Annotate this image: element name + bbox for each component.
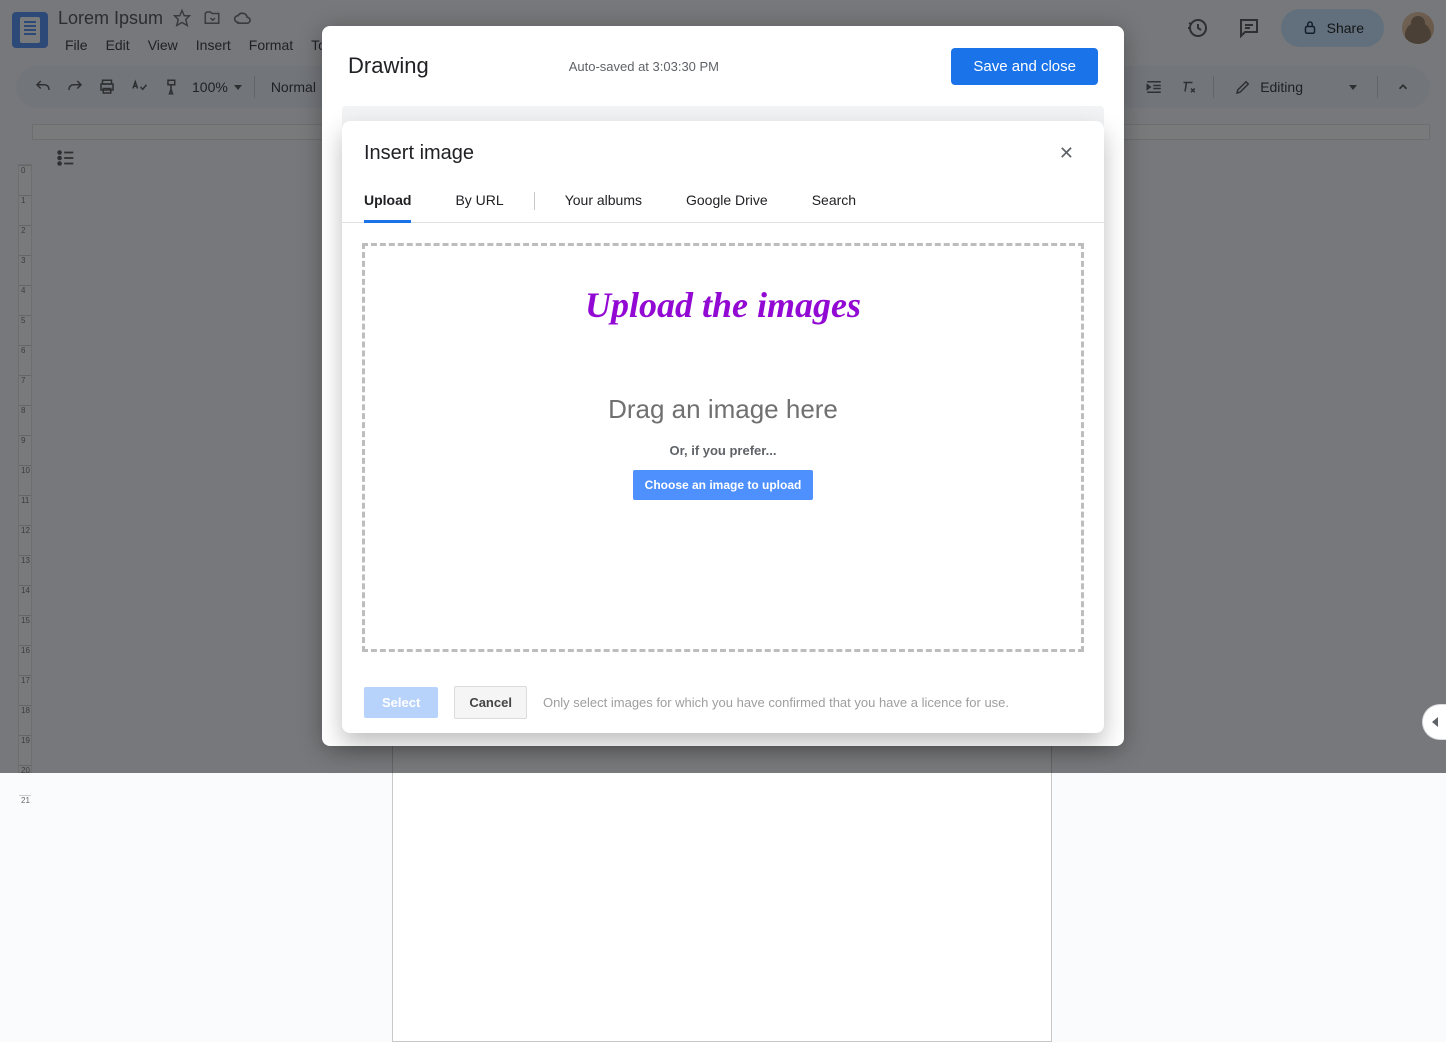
close-icon[interactable]: ✕ bbox=[1051, 139, 1082, 168]
insert-image-tabs: Upload By URL Your albums Google Drive S… bbox=[342, 180, 1104, 223]
insert-image-modal: Insert image ✕ Upload By URL Your albums… bbox=[342, 121, 1104, 733]
insert-image-header: Insert image ✕ bbox=[342, 121, 1104, 180]
choose-image-button[interactable]: Choose an image to upload bbox=[633, 470, 814, 500]
tab-search[interactable]: Search bbox=[812, 180, 856, 222]
save-and-close-button[interactable]: Save and close bbox=[951, 48, 1098, 85]
tab-your-albums[interactable]: Your albums bbox=[565, 180, 642, 222]
upload-panel: Upload the images Drag an image here Or,… bbox=[342, 223, 1104, 672]
drawing-title: Drawing bbox=[348, 53, 429, 79]
tab-separator bbox=[534, 192, 535, 210]
or-text: Or, if you prefer... bbox=[670, 443, 777, 458]
insert-image-title: Insert image bbox=[364, 142, 474, 165]
chevron-left-icon bbox=[1432, 717, 1438, 727]
tab-upload[interactable]: Upload bbox=[364, 180, 411, 223]
select-button[interactable]: Select bbox=[364, 687, 438, 718]
licence-text: Only select images for which you have co… bbox=[543, 695, 1009, 710]
cancel-button[interactable]: Cancel bbox=[454, 686, 527, 719]
drop-zone[interactable]: Upload the images Drag an image here Or,… bbox=[362, 243, 1084, 652]
autosave-status: Auto-saved at 3:03:30 PM bbox=[569, 59, 719, 74]
drag-here-text: Drag an image here bbox=[608, 394, 838, 425]
tab-by-url[interactable]: By URL bbox=[455, 180, 503, 222]
insert-image-footer: Select Cancel Only select images for whi… bbox=[342, 672, 1104, 733]
tab-google-drive[interactable]: Google Drive bbox=[686, 180, 768, 222]
annotation-text: Upload the images bbox=[585, 284, 861, 326]
drawing-header: Drawing Auto-saved at 3:03:30 PM Save an… bbox=[322, 26, 1124, 106]
